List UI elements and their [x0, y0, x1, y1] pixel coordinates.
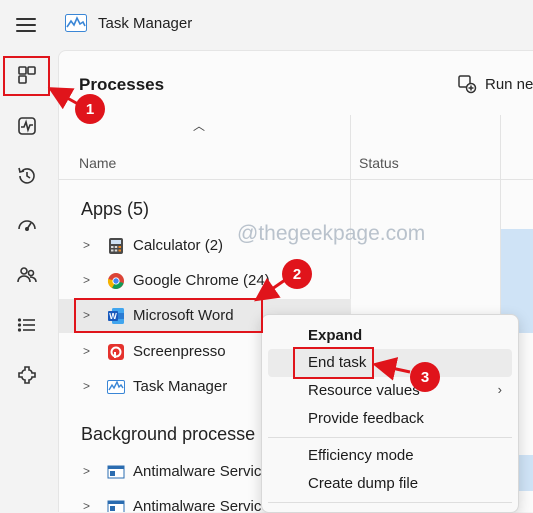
arrow-step-2 [254, 277, 286, 302]
step-badge-2: 2 [282, 259, 312, 289]
step-badge-3: 3 [410, 362, 440, 392]
annotation-arrows [47, 87, 411, 381]
arrow-step-1 [47, 87, 79, 110]
step-badge-1: 1 [75, 94, 105, 124]
arrow-step-3 [372, 357, 411, 381]
